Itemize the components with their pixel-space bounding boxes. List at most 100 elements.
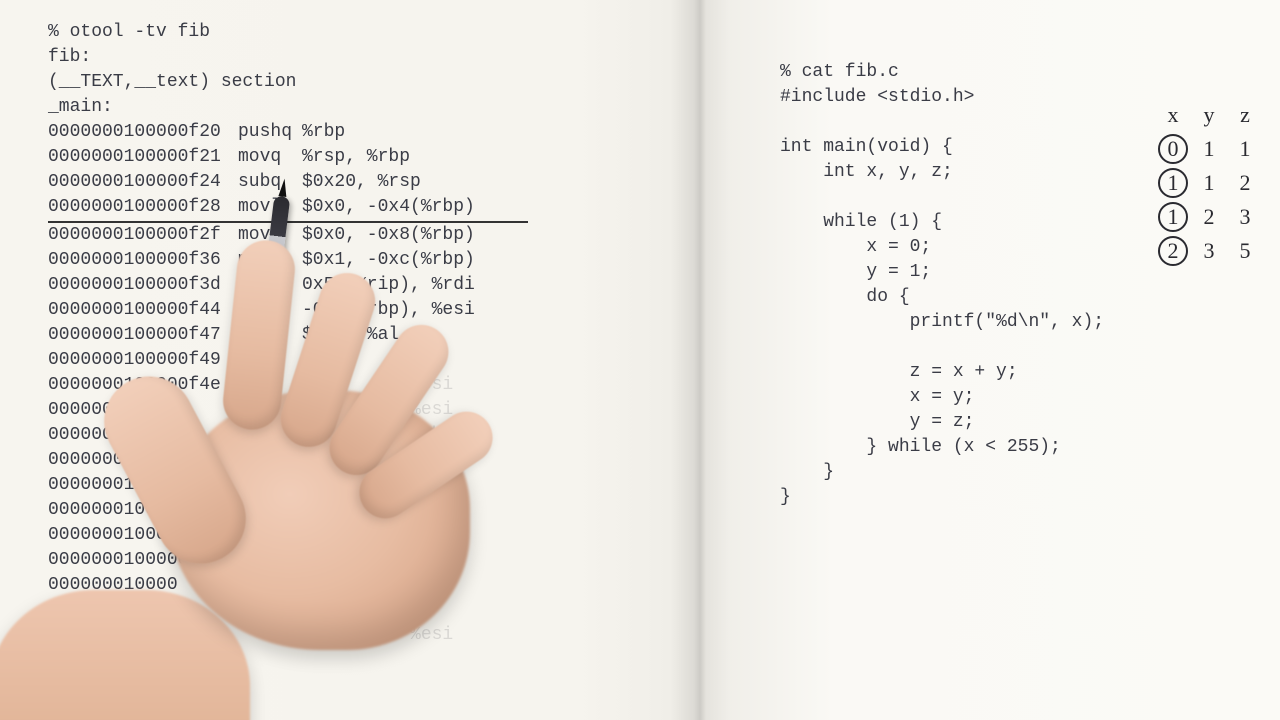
asm-row: 0000000100000 <box>48 523 648 548</box>
asm-mnemonic: movl <box>238 248 302 273</box>
otool-section: (__TEXT,__text) section <box>48 70 648 95</box>
asm-address: 00000001000 <box>48 473 238 498</box>
asm-address: 0000000100000f3d <box>48 273 238 298</box>
asm-operands: $0x0, -0x4(%rbp) <box>302 195 475 220</box>
circled-value: 1 <box>1158 202 1188 232</box>
asm-row: 000000010000 i <box>48 498 648 523</box>
asm-row: 0000000100000f47movb$0x0, %al <box>48 323 648 348</box>
scratch-cell-z: 2 <box>1230 166 1260 200</box>
asm-operands: %rbp <box>302 120 345 145</box>
asm-row: 000000010 %rbp) <box>48 423 648 448</box>
asm-operands: $0x0, %al <box>302 323 399 348</box>
asm-mnemonic: movl <box>238 223 302 248</box>
asm-operands: %esi <box>302 398 453 423</box>
cat-command: % cat fib.c <box>780 60 1160 85</box>
scratch-row: 235 <box>1158 234 1260 268</box>
otool-label: _main: <box>48 95 648 120</box>
asm-address: 0000001000000 <box>48 623 238 648</box>
asm-operands: $0x1, -0xc(%rbp) <box>302 248 475 273</box>
asm-address: 0000000100000f49 <box>48 348 238 373</box>
scratch-header: x y z <box>1158 98 1260 132</box>
asm-address: 0000000100 <box>48 448 238 473</box>
scratch-cell-x: 1 <box>1158 166 1188 200</box>
asm-mnemonic: subq <box>238 170 302 195</box>
disassembly-block: % otool -tv fib fib: (__TEXT,__text) sec… <box>48 20 648 698</box>
page-photo: % otool -tv fib fib: (__TEXT,__text) sec… <box>0 0 1280 720</box>
asm-address: 0000000100000f4e <box>48 373 238 398</box>
asm-row: 0000000100000f3dleaq0x56(%rip), %rdi <box>48 273 648 298</box>
asm-row: 0000001000000 %esi <box>48 623 648 648</box>
asm-row: 0000000100000f20pushq%rbp <box>48 120 648 145</box>
asm-address: 0000000100000f2f <box>48 223 238 248</box>
asm-mnemonic: leaq <box>238 273 302 298</box>
scratch-row: 112 <box>1158 166 1260 200</box>
asm-mnemonic: pushq <box>238 120 302 145</box>
asm-address: 0000000100000 <box>48 548 238 573</box>
scratch-cell-x: 1 <box>1158 200 1188 234</box>
asm-address: 0000000100000f21 <box>48 145 238 170</box>
asm-address: 00000001000000 <box>48 673 238 698</box>
asm-operands: %esi <box>302 373 453 398</box>
asm-operands: i <box>302 498 453 523</box>
scratch-hdr-y: y <box>1194 98 1224 132</box>
asm-row: 0000000100000 <box>48 548 648 573</box>
asm-row: 00000001000 %esi <box>48 398 648 423</box>
asm-address: 0000000100000f20 <box>48 120 238 145</box>
asm-row: 0000000100000f2fmovl$0x0, -0x8(%rbp) <box>48 223 648 248</box>
asm-operands: %esi <box>302 448 453 473</box>
scratch-cell-x: 2 <box>1158 234 1188 268</box>
asm-operands: $0x20, %rsp <box>302 170 421 195</box>
asm-mnemonic: movl <box>238 298 302 323</box>
asm-row: 00000001000 <box>48 598 648 623</box>
scratch-cell-x: 0 <box>1158 132 1188 166</box>
asm-row: 0000000100000f4e %esi <box>48 373 648 398</box>
scratch-cell-y: 1 <box>1194 166 1224 200</box>
scratch-cell-z: 3 <box>1230 200 1260 234</box>
asm-row: 0000000100 %esi <box>48 448 648 473</box>
scratch-row: 123 <box>1158 200 1260 234</box>
asm-mnemonic: movl <box>238 195 302 220</box>
asm-row: 0000000100000f44movl-0x8(%rbp), %esi <box>48 298 648 323</box>
asm-operands: ) <box>302 473 442 498</box>
asm-address: 000000010000 <box>48 573 238 598</box>
scratch-cell-y: 1 <box>1194 132 1224 166</box>
asm-operands: -0x8(%rbp), %esi <box>302 298 475 323</box>
circled-value: 0 <box>1158 134 1188 164</box>
c-source: #include <stdio.h> int main(void) { int … <box>780 85 1160 510</box>
c-source-block: % cat fib.c #include <stdio.h> int main(… <box>780 60 1160 510</box>
scratch-cell-z: 5 <box>1230 234 1260 268</box>
asm-address: 0000000100000f36 <box>48 248 238 273</box>
asm-address: 000000010 <box>48 423 238 448</box>
asm-address: 000000010000 <box>48 498 238 523</box>
asm-row: 0000000100000f49 <box>48 348 648 373</box>
asm-operands: %rbp) <box>302 423 464 448</box>
asm-address: 0000000100000f47 <box>48 323 238 348</box>
asm-operands: $0x0, -0x8(%rbp) <box>302 223 475 248</box>
asm-operands: 0x56(%rip), %rdi <box>302 273 475 298</box>
asm-row: 0000000100000f28movl$0x0, -0x4(%rbp) <box>48 195 528 223</box>
scratch-cell-y: 2 <box>1194 200 1224 234</box>
asm-address: 00000001000 <box>48 398 238 423</box>
asm-address: 0000000100000f28 <box>48 195 238 220</box>
circled-value: 2 <box>1158 236 1188 266</box>
asm-row: 00000001000 ) <box>48 473 648 498</box>
asm-mnemonic: movq <box>238 145 302 170</box>
asm-listing: 0000000100000f20pushq%rbp0000000100000f2… <box>48 120 648 698</box>
handwritten-notes: x y z 011112123235 <box>1158 98 1260 268</box>
scratch-hdr-x: x <box>1158 98 1188 132</box>
circled-value: 1 <box>1158 168 1188 198</box>
asm-row: 00000001000000 <box>48 648 648 673</box>
asm-operands: %esi <box>302 623 453 648</box>
asm-row: 000000010000 <box>48 573 648 598</box>
otool-command: % otool -tv fib <box>48 20 648 45</box>
asm-address: 0000000100000 <box>48 523 238 548</box>
asm-row: 0000000100000f21movq%rsp, %rbp <box>48 145 648 170</box>
asm-row: 00000001000000 <box>48 673 648 698</box>
scratch-cell-z: 1 <box>1230 132 1260 166</box>
asm-address: 00000001000 <box>48 598 238 623</box>
otool-filename: fib: <box>48 45 648 70</box>
asm-mnemonic: movb <box>238 323 302 348</box>
asm-row: 0000000100000f24subq$0x20, %rsp <box>48 170 648 195</box>
asm-row: 0000000100000f36movl$0x1, -0xc(%rbp) <box>48 248 648 273</box>
asm-address: 0000000100000f44 <box>48 298 238 323</box>
